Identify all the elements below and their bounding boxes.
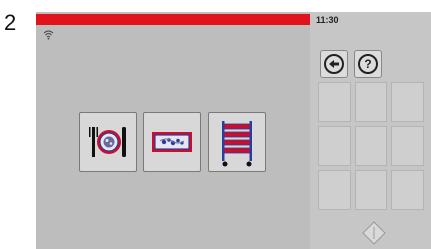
help-label: ? bbox=[364, 57, 372, 71]
empty-slot-grid bbox=[318, 82, 424, 210]
clock: 11:30 bbox=[316, 15, 339, 25]
wifi-icon bbox=[43, 30, 54, 43]
back-button[interactable] bbox=[320, 50, 348, 78]
arrow-left-icon bbox=[324, 54, 344, 74]
rack-trolley-icon bbox=[222, 121, 252, 167]
empty-slot bbox=[354, 170, 388, 210]
empty-slot bbox=[318, 170, 351, 210]
help-button[interactable]: ? bbox=[354, 50, 382, 78]
step-number: 2 bbox=[4, 10, 17, 35]
food-tray-icon bbox=[152, 132, 192, 152]
empty-slot bbox=[354, 126, 388, 166]
plate-with-cutlery-icon bbox=[89, 127, 126, 157]
tray-dish-mode-button[interactable] bbox=[143, 112, 201, 172]
question-icon: ? bbox=[358, 54, 378, 74]
rack-trolley-mode-button[interactable] bbox=[208, 112, 266, 172]
main-pane bbox=[36, 12, 310, 249]
status-bar bbox=[36, 14, 310, 25]
empty-slot bbox=[391, 82, 424, 122]
empty-slot bbox=[391, 170, 424, 210]
empty-slot bbox=[318, 82, 351, 122]
empty-slot bbox=[318, 126, 351, 166]
empty-slot bbox=[391, 126, 424, 166]
start-diamond-icon bbox=[362, 221, 386, 245]
start-button[interactable] bbox=[360, 219, 388, 247]
plate-dish-mode-button[interactable] bbox=[79, 112, 137, 172]
oven-screen: 11:30 ? bbox=[36, 12, 431, 249]
empty-slot bbox=[354, 82, 388, 122]
side-panel: 11:30 ? bbox=[310, 12, 431, 249]
